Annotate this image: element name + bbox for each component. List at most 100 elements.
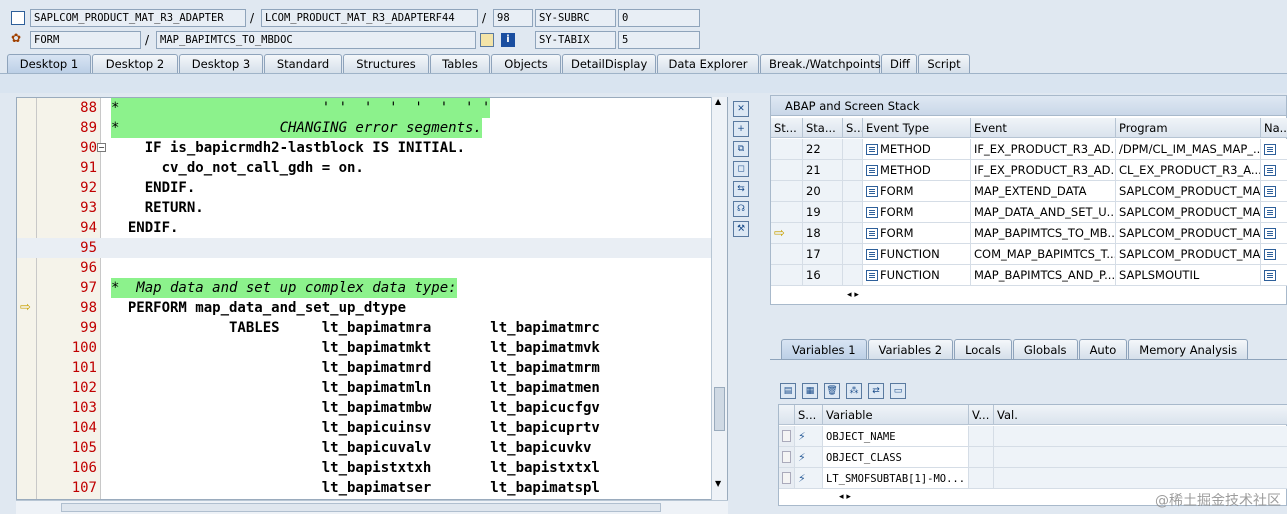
variable-row-cell[interactable] [969,426,994,447]
stack-row-cell[interactable]: 20 [803,181,843,202]
tab-structures[interactable]: Structures [343,54,429,73]
stack-row-cell[interactable]: 17 [803,244,843,265]
stack-row-cell[interactable]: ⇨ [771,223,803,244]
stack-row-cell[interactable] [843,139,863,160]
code-line[interactable]: 89 * CHANGING error segments. [17,118,727,138]
tab-script[interactable]: Script [918,54,970,73]
stack-row-cell[interactable]: 21 [803,160,843,181]
variable-row-cell[interactable]: OBJECT_NAME [823,426,969,447]
variables-column-header[interactable]: V... [969,405,994,425]
variables-column-header[interactable]: Val. [994,405,1287,425]
stack-row-cell[interactable]: MAP_BAPIMTCS_TO_MB... [971,223,1116,244]
code-line[interactable]: 105 lt_bapicuvalv lt_bapicuvkv [17,438,727,458]
stack-row-cell[interactable]: FUNCTION [863,265,971,286]
swap-icon[interactable]: ⇆ [733,181,749,197]
stack-row-cell[interactable] [843,244,863,265]
hierarchy-icon[interactable]: ⁂ [846,383,862,399]
stack-row-cell[interactable]: 19 [803,202,843,223]
tab-globals[interactable]: Globals [1012,339,1078,359]
stack-row-cell[interactable] [843,181,863,202]
tab-auto[interactable]: Auto [1078,339,1128,359]
stack-row-cell[interactable]: METHOD [863,139,971,160]
stack-column-header[interactable]: Sta... [803,118,843,138]
stack-row-cell[interactable] [1261,265,1287,286]
code-line[interactable]: 98 PERFORM map_data_and_set_up_dtype ⇨ [17,298,727,318]
stack-row-cell[interactable] [771,139,803,160]
stack-row-cell[interactable] [1261,160,1287,181]
stack-row-cell[interactable]: IF_EX_PRODUCT_R3_AD... [971,139,1116,160]
scroll-down-icon[interactable]: ▼ [715,479,721,488]
code-line[interactable]: 93 RETURN. [17,198,727,218]
stack-row-cell[interactable] [771,160,803,181]
detail-icon[interactable]: ▤ [780,383,796,399]
event-type-field[interactable]: FORM [30,31,141,49]
event-name-field[interactable]: MAP_BAPIMTCS_TO_MBDOC [156,31,476,49]
code-line[interactable]: 106 lt_bapistxtxh lt_bapistxtxl [17,458,727,478]
stack-row-cell[interactable] [771,244,803,265]
code-line[interactable]: 103 lt_bapimatmbw lt_bapicucfgv [17,398,727,418]
variables-column-header[interactable]: Variable [823,405,969,425]
editor-vertical-scrollbar[interactable]: ▲ ▼ [711,97,727,500]
stack-column-header[interactable]: Event [971,118,1116,138]
stack-row-cell[interactable]: FORM [863,181,971,202]
tab-standard[interactable]: Standard [264,54,342,73]
stack-row-cell[interactable] [1261,181,1287,202]
new-window-icon[interactable]: + [733,121,749,137]
editor-horizontal-scrollbar[interactable] [16,500,728,514]
stack-row-cell[interactable]: FORM [863,202,971,223]
stack-row-cell[interactable]: COM_MAP_BAPIMTCS_T... [971,244,1116,265]
transfer-icon[interactable]: ⇄ [868,383,884,399]
info-icon[interactable]: i [501,33,515,47]
variable-row-cell[interactable]: LT_SMOFSUBTAB[1]-MO... [823,468,969,489]
navigate-icon[interactable] [1264,228,1276,239]
code-line[interactable]: 88 * ' ' ' ' ' ' ' ' [17,98,727,118]
stack-horizontal-scrollbar[interactable]: ◂ ▸ [843,288,1143,302]
stack-column-header[interactable]: S... [843,118,863,138]
stack-row-cell[interactable] [771,181,803,202]
stack-row-cell[interactable] [843,160,863,181]
code-line[interactable]: 104 lt_bapicuinsv lt_bapicuprtv [17,418,727,438]
tab-variables-1[interactable]: Variables 1 [781,339,867,359]
tab-memory-analysis[interactable]: Memory Analysis [1128,339,1249,359]
variable-row-cell[interactable] [779,426,795,447]
code-line[interactable]: 95 [17,238,727,258]
close-icon[interactable]: ✕ [733,101,749,117]
scroll-up-icon[interactable]: ▲ [715,97,721,106]
tools-icon[interactable]: ⚒ [733,221,749,237]
stack-column-header[interactable]: St... [771,118,803,138]
stack-row-cell[interactable] [843,265,863,286]
tab-locals[interactable]: Locals [954,339,1012,359]
tab-objects[interactable]: Objects [491,54,561,73]
stack-row-cell[interactable] [1261,223,1287,244]
stack-row-cell[interactable] [843,202,863,223]
variables-column-header[interactable]: S... [795,405,823,425]
stack-row-cell[interactable]: SAPLCOM_PRODUCT_MA... [1116,223,1261,244]
stack-row-cell[interactable]: METHOD [863,160,971,181]
stack-column-header[interactable]: Program [1116,118,1261,138]
code-line[interactable]: 102 lt_bapimatmln lt_bapimatmen [17,378,727,398]
navigate-icon[interactable] [1264,144,1276,155]
display-icon[interactable] [480,33,494,47]
sysfield1-name[interactable]: SY-SUBRC [535,9,616,27]
sysfield2-name[interactable]: SY-TABIX [535,31,616,49]
stack-row-cell[interactable]: MAP_BAPIMTCS_AND_P... [971,265,1116,286]
copy-icon[interactable]: ⧉ [733,141,749,157]
code-line[interactable]: 97 * Map data and set up complex data typ… [17,278,727,298]
stack-row-cell[interactable] [771,265,803,286]
tab-tables[interactable]: Tables [430,54,490,73]
navigate-icon[interactable] [1264,165,1276,176]
stack-column-header[interactable]: Na... [1261,118,1287,138]
stack-row-cell[interactable]: MAP_DATA_AND_SET_U... [971,202,1116,223]
variable-row-cell[interactable] [994,468,1287,489]
code-editor[interactable]: 88 * ' ' ' ' ' ' ' ' 89 * CHANGING error se… [16,97,728,500]
row-selector[interactable] [782,430,791,442]
stack-column-header[interactable]: Event Type [863,118,971,138]
stack-row-cell[interactable]: SAPLCOM_PRODUCT_MA... [1116,202,1261,223]
stack-row-cell[interactable]: IF_EX_PRODUCT_R3_AD... [971,160,1116,181]
row-selector[interactable] [782,451,791,463]
tab-desktop-1[interactable]: Desktop 1 [7,54,91,73]
navigate-icon[interactable] [1264,186,1276,197]
fold-toggle-icon[interactable]: − [97,143,106,152]
headset-icon[interactable]: ☊ [733,201,749,217]
navigate-icon[interactable] [1264,207,1276,218]
